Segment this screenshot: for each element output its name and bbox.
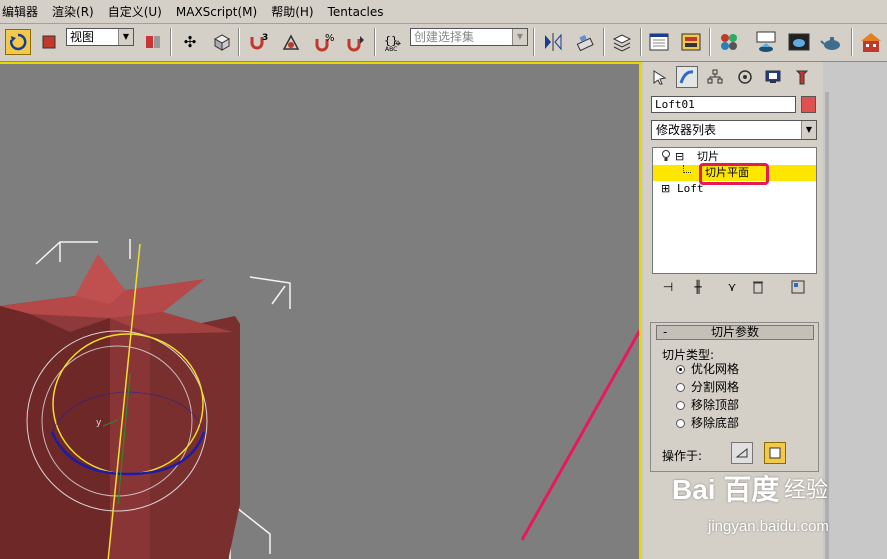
select-rotate-icon[interactable] bbox=[5, 29, 31, 55]
loft-object bbox=[0, 254, 240, 559]
configure-modifier-sets-icon[interactable] bbox=[789, 278, 807, 296]
toolbar-separator bbox=[170, 28, 172, 56]
radio-icon bbox=[676, 400, 685, 410]
radio-icon bbox=[676, 382, 685, 392]
radio-label: 分割网格 bbox=[691, 380, 740, 394]
radio-remove-top[interactable]: 移除顶部 bbox=[676, 397, 739, 413]
triangle-face-icon bbox=[735, 447, 748, 458]
pin-stack-icon[interactable]: ⊣ bbox=[659, 278, 677, 296]
manipulate-icon[interactable]: ✣ bbox=[177, 29, 203, 55]
schematic-icon[interactable] bbox=[678, 29, 704, 55]
rollout-header[interactable]: - 切片参数 bbox=[656, 325, 814, 340]
stack-toolbar: ⊣ ╫ ⋎ bbox=[653, 278, 818, 298]
baidu-logo: Bai 百度 bbox=[672, 474, 780, 505]
menu-editor[interactable]: 编辑器 bbox=[0, 0, 45, 24]
radio-selected-icon bbox=[676, 364, 685, 374]
edit-named-selection-icon[interactable]: {} ABC ⌖ bbox=[381, 29, 407, 55]
selection-set-placeholder: 创建选择集 bbox=[414, 30, 475, 44]
view-dropdown-label: 视图 bbox=[70, 30, 95, 44]
radio-icon bbox=[676, 418, 685, 428]
hierarchy-tab-icon[interactable] bbox=[704, 66, 726, 88]
toolbar-separator bbox=[640, 28, 642, 56]
menu-tentacles[interactable]: Tentacles bbox=[321, 0, 391, 24]
show-end-result-icon[interactable]: ╫ bbox=[689, 278, 707, 296]
toolbar-separator bbox=[709, 28, 711, 56]
slice-parameters-rollout: - 切片参数 切片类型: 优化网格 分割网格 移除顶部 移除底部 操作于: bbox=[650, 322, 819, 472]
perspective-viewport[interactable]: y bbox=[0, 62, 641, 559]
svg-text:3: 3 bbox=[262, 33, 268, 43]
radio-label: 优化网格 bbox=[691, 362, 740, 376]
rollout-title: 切片参数 bbox=[710, 325, 759, 339]
svg-text:%: % bbox=[325, 33, 335, 44]
toolbar-separator bbox=[851, 28, 853, 56]
modifier-list-dropdown[interactable]: 修改器列表 ▼ bbox=[651, 120, 817, 140]
named-selection-set[interactable]: 创建选择集 ▼ bbox=[410, 28, 528, 46]
operate-on-label: 操作于: bbox=[662, 449, 703, 463]
axis-label: y bbox=[96, 418, 102, 428]
view-dropdown[interactable]: 视图 ▼ bbox=[66, 28, 134, 46]
toolbar-separator bbox=[533, 28, 535, 56]
operate-on-polygon-button[interactable] bbox=[764, 442, 786, 464]
snap-toggle-icon[interactable]: 3 bbox=[245, 29, 271, 55]
modifier-list-label: 修改器列表 bbox=[656, 123, 717, 137]
watermark-url: jingyan.baidu.com bbox=[708, 518, 829, 535]
tree-connector bbox=[683, 165, 691, 173]
spinner-snap-icon[interactable] bbox=[343, 29, 369, 55]
collapse-icon[interactable]: ⊟ bbox=[675, 149, 684, 165]
toolbar-separator bbox=[238, 28, 240, 56]
render-frame-icon[interactable] bbox=[786, 29, 812, 55]
make-unique-icon[interactable]: ⋎ bbox=[723, 278, 741, 296]
radio-split-mesh[interactable]: 分割网格 bbox=[676, 379, 739, 395]
chevron-down-icon: ▼ bbox=[801, 121, 816, 139]
menu-customize[interactable]: 自定义(U) bbox=[101, 0, 169, 24]
scene-canvas: y bbox=[0, 239, 639, 559]
chevron-down-icon: ▼ bbox=[512, 29, 527, 45]
modifier-stack: ⊟ 切片 切片平面 ⊞ Loft bbox=[652, 147, 817, 274]
angle-snap-icon[interactable] bbox=[278, 29, 304, 55]
curve-editor-icon[interactable] bbox=[646, 29, 672, 55]
toolbar-separator bbox=[374, 28, 376, 56]
radio-label: 移除底部 bbox=[691, 416, 740, 430]
expand-icon[interactable]: ⊞ bbox=[661, 181, 670, 197]
toolbar-separator bbox=[603, 28, 605, 56]
radio-remove-bottom[interactable]: 移除底部 bbox=[676, 415, 739, 431]
create-tab-icon[interactable] bbox=[648, 66, 670, 88]
select-region-icon[interactable] bbox=[36, 29, 62, 55]
highlight-box bbox=[699, 163, 769, 185]
radio-refine-mesh[interactable]: 优化网格 bbox=[676, 361, 739, 377]
pivot-icon[interactable] bbox=[140, 29, 166, 55]
radio-label: 移除顶部 bbox=[691, 398, 740, 412]
square-polygon-icon bbox=[769, 447, 781, 459]
mirror-icon[interactable] bbox=[540, 29, 566, 55]
main-toolbar: 视图 ▼ ✣ 3 % {} ABC ⌖ 创建选择集 ▼ bbox=[0, 24, 887, 62]
chevron-down-icon: ▼ bbox=[118, 29, 133, 45]
object-color-swatch[interactable] bbox=[801, 96, 816, 113]
watermark-name: 经验 bbox=[784, 478, 829, 503]
percent-snap-icon[interactable]: % bbox=[311, 29, 337, 55]
display-tab-icon[interactable] bbox=[762, 66, 784, 88]
utilities-tab-icon[interactable] bbox=[791, 66, 813, 88]
town-icon[interactable] bbox=[858, 29, 884, 55]
align-icon[interactable] bbox=[572, 29, 598, 55]
motion-tab-icon[interactable] bbox=[734, 66, 756, 88]
menu-maxscript[interactable]: MAXScript(M) bbox=[169, 0, 264, 24]
operate-on-face-button[interactable] bbox=[731, 442, 753, 464]
box-icon[interactable] bbox=[208, 29, 234, 55]
layer-icon[interactable] bbox=[609, 29, 635, 55]
menu-help[interactable]: 帮助(H) bbox=[264, 0, 320, 24]
remove-modifier-icon[interactable] bbox=[749, 278, 767, 296]
material-editor-icon[interactable] bbox=[716, 29, 742, 55]
menu-render[interactable]: 渲染(R) bbox=[45, 0, 101, 24]
svg-text:⌖: ⌖ bbox=[395, 37, 401, 50]
object-name-field[interactable]: Loft01 bbox=[651, 96, 796, 113]
annotation-arrow bbox=[520, 328, 639, 541]
modify-tab-icon[interactable] bbox=[676, 66, 698, 88]
teapot-render-icon[interactable] bbox=[819, 29, 845, 55]
menu-bar: 编辑器 渲染(R) 自定义(U) MAXScript(M) 帮助(H) Tent… bbox=[0, 0, 887, 24]
render-setup-icon[interactable] bbox=[753, 29, 779, 55]
